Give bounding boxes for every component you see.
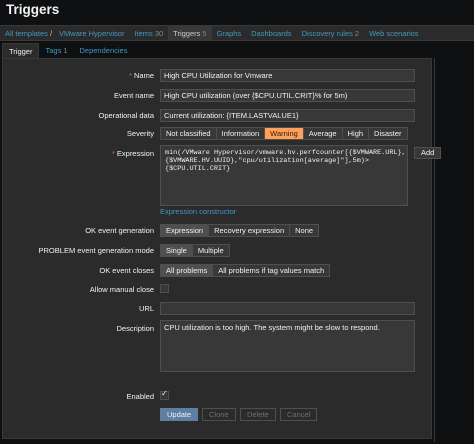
tab-web-scenarios[interactable]: Web scenarios xyxy=(364,26,423,40)
mode-multiple[interactable]: Multiple xyxy=(193,245,229,256)
operational-data-field[interactable]: Current utilization: {ITEM.LASTVALUE1} xyxy=(160,109,415,122)
severity-label: Severity xyxy=(126,129,154,138)
name-field[interactable]: High CPU Utilization for Vmware xyxy=(160,69,415,82)
discovery-rules-count: 2 xyxy=(354,28,360,38)
breadcrumb: All templates / VMware Hypervisor Items 3… xyxy=(0,25,474,41)
breadcrumb-template[interactable]: VMware Hypervisor xyxy=(54,26,129,40)
severity-average[interactable]: Average xyxy=(304,128,343,139)
severity-disaster[interactable]: Disaster xyxy=(369,128,407,139)
closes-if-tag-match[interactable]: All problems if tag values match xyxy=(213,265,329,276)
operational-data-label: Operational data xyxy=(98,111,154,120)
tab-triggers[interactable]: Triggers 5 xyxy=(168,26,212,40)
ok-gen-expression[interactable]: Expression xyxy=(161,225,210,236)
description-field[interactable]: CPU utilization is too high. The system … xyxy=(160,320,415,372)
mode-single[interactable]: Single xyxy=(161,245,193,256)
ok-event-closes-selector: All problems All problems if tag values … xyxy=(160,264,331,277)
tab-items[interactable]: Items 30 xyxy=(129,26,168,40)
closes-all-problems[interactable]: All problems xyxy=(161,265,214,276)
ok-gen-none[interactable]: None xyxy=(290,225,318,236)
clone-button[interactable]: Clone xyxy=(202,408,236,421)
event-name-field[interactable]: High CPU utilization (over {$CPU.UTIL.CR… xyxy=(160,89,415,102)
expression-label: * Expression xyxy=(111,149,154,158)
event-name-label: Event name xyxy=(113,91,154,100)
breadcrumb-all-templates[interactable]: All templates xyxy=(0,26,53,40)
severity-warning[interactable]: Warning xyxy=(265,128,304,139)
required-marker: * xyxy=(129,71,132,80)
enabled-label: Enabled xyxy=(126,392,154,401)
name-label: * Name xyxy=(129,71,154,80)
form-tabs: Trigger Tags 1 Dependencies xyxy=(2,43,133,58)
description-label: Description xyxy=(116,324,154,333)
ok-event-closes-label: OK event closes xyxy=(99,266,154,275)
scrollbar[interactable] xyxy=(434,58,435,442)
enabled-checkbox[interactable] xyxy=(160,389,169,400)
tab-discovery-rules[interactable]: Discovery rules 2 xyxy=(297,26,364,40)
cancel-button[interactable]: Cancel xyxy=(280,408,318,421)
breadcrumb-separator: / xyxy=(49,28,53,38)
severity-information[interactable]: Information xyxy=(217,128,266,139)
ok-gen-recovery-expression[interactable]: Recovery expression xyxy=(209,225,291,236)
triggers-count: 5 xyxy=(202,28,207,38)
delete-button[interactable]: Delete xyxy=(240,408,276,421)
update-button[interactable]: Update xyxy=(160,408,199,421)
add-expression-button[interactable]: Add xyxy=(414,147,442,159)
allow-manual-close-checkbox[interactable] xyxy=(160,284,169,293)
required-marker: * xyxy=(111,149,115,158)
tab-dashboards[interactable]: Dashboards xyxy=(246,26,296,40)
problem-event-mode-label: PROBLEM event generation mode xyxy=(38,246,154,255)
ok-event-generation-selector: Expression Recovery expression None xyxy=(160,224,320,237)
problem-event-mode-selector: Single Multiple xyxy=(160,244,230,257)
severity-not-classified[interactable]: Not classified xyxy=(161,128,217,139)
tab-dependencies[interactable]: Dependencies xyxy=(74,43,134,58)
ok-event-generation-label: OK event generation xyxy=(85,226,154,235)
url-field[interactable] xyxy=(160,302,415,315)
page-title: Triggers xyxy=(6,2,60,17)
tab-graphs[interactable]: Graphs xyxy=(212,26,247,40)
allow-manual-close-label: Allow manual close xyxy=(89,285,154,294)
url-label: URL xyxy=(138,304,154,313)
tab-trigger[interactable]: Trigger xyxy=(2,43,40,58)
tab-tags[interactable]: Tags 1 xyxy=(39,43,73,58)
severity-high[interactable]: High xyxy=(343,128,370,139)
tags-count: 1 xyxy=(63,46,68,55)
expression-constructor-link[interactable]: Expression constructor xyxy=(160,207,236,216)
items-count: 30 xyxy=(154,28,164,38)
expression-field[interactable]: min(/VMware Hypervisor/vmware.hv.perfcou… xyxy=(160,145,408,206)
severity-selector: Not classified Information Warning Avera… xyxy=(160,127,408,140)
